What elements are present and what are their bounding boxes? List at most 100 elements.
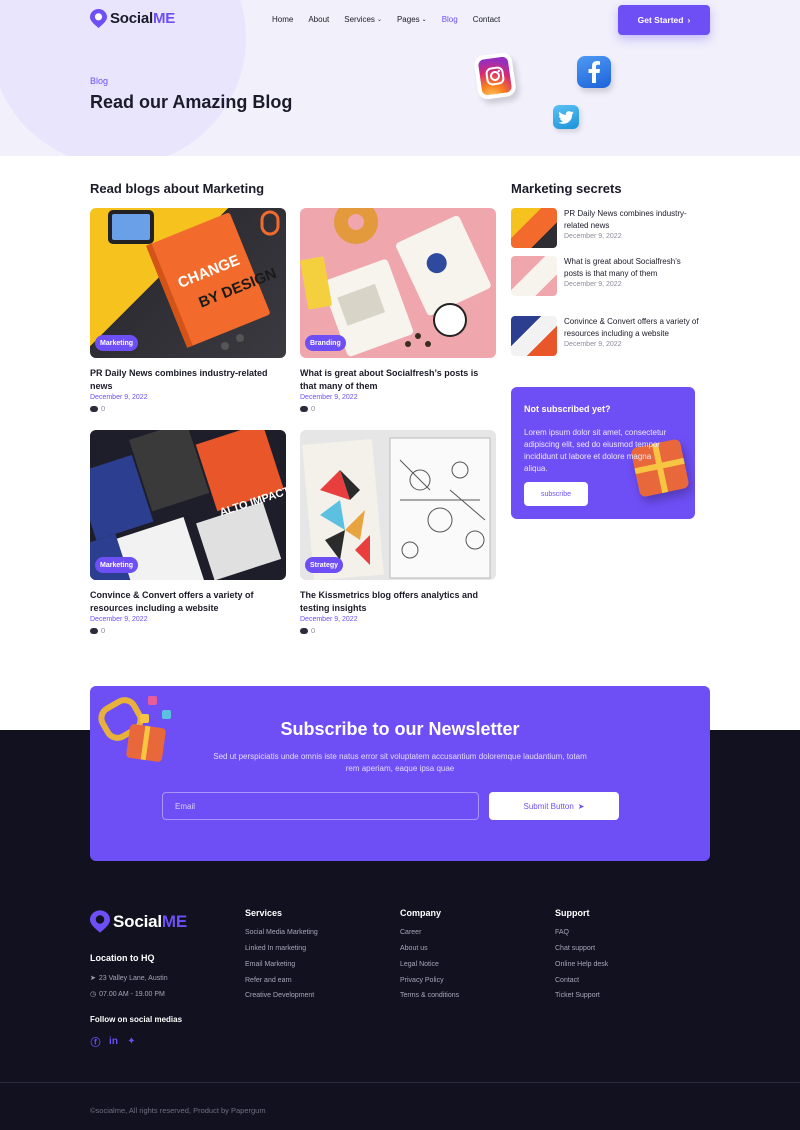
facebook-icon[interactable]: ⓕ <box>90 1036 101 1049</box>
sidebar-post-thumbnail[interactable] <box>511 256 557 296</box>
footer-column-title: Services <box>245 908 283 918</box>
location-arrow-icon: ➤ <box>90 975 96 982</box>
footer-link[interactable]: Ticket Support <box>555 992 600 999</box>
logo-pin-icon <box>90 910 110 933</box>
submit-button[interactable]: Submit Button ➤ <box>489 792 619 820</box>
sidebar-title: Marketing secrets <box>511 181 622 196</box>
blog-card-title[interactable]: The Kissmetrics blog offers analytics an… <box>300 589 496 615</box>
copyright-text: ©socialme, All rights reserved, Product … <box>90 1106 266 1115</box>
hero-section: SocialME Home About Services ⌄ Pages ⌄ Blo… <box>0 0 800 156</box>
footer-link[interactable]: Online Help desk <box>555 961 608 968</box>
category-tag[interactable]: Marketing <box>95 557 139 573</box>
twitter-icon <box>553 105 579 129</box>
footer-follow-title: Follow on social medias <box>90 1015 183 1024</box>
newsletter-section: Subscribe to our Newsletter Sed ut persp… <box>90 686 710 861</box>
footer-link[interactable]: Legal Notice <box>400 961 439 968</box>
blog-card-image[interactable]: ALTO IMPACTO Marketing <box>90 430 286 580</box>
logo-text: SocialME <box>110 10 176 27</box>
footer-link[interactable]: Social Media Marketing <box>245 929 318 936</box>
footer-link[interactable]: About us <box>400 945 428 952</box>
footer-link[interactable]: Career <box>400 929 421 936</box>
blog-card[interactable]: ALTO IMPACTO Marketing Convince & Conver… <box>90 430 286 635</box>
comment-count: 0 <box>90 404 286 413</box>
sidebar-post[interactable]: What is great about Socialfresh’s posts … <box>511 256 701 296</box>
nav-about[interactable]: About <box>308 15 329 24</box>
footer-link[interactable]: Refer and earn <box>245 977 292 984</box>
blog-card[interactable]: Strategy The Kissmetrics blog offers ana… <box>300 430 496 635</box>
email-input[interactable] <box>162 792 479 820</box>
clock-icon: ◷ <box>90 991 97 998</box>
footer-location-title: Location to HQ <box>90 953 155 963</box>
promo-text: Lorem ipsum dolor sit amet, consectetur … <box>524 428 667 473</box>
blog-card-date: December 9, 2022 <box>90 616 148 623</box>
sidebar-post-thumbnail[interactable] <box>511 208 557 248</box>
subscribe-button[interactable]: subscribe <box>524 482 588 506</box>
nav-blog[interactable]: Blog <box>442 15 458 24</box>
get-started-button[interactable]: Get Started › <box>618 5 710 35</box>
footer-link[interactable]: Privacy Policy <box>400 977 444 984</box>
cube-decor <box>162 710 171 719</box>
blog-card[interactable]: Branding What is great about Socialfresh… <box>300 208 496 413</box>
blog-card[interactable]: CHANGE BY DESIGN Marketing PR Daily News … <box>90 208 286 413</box>
comment-icon <box>90 627 98 634</box>
footer-column-title: Company <box>400 908 442 918</box>
blog-card-title[interactable]: Convince & Convert offers a variety of r… <box>90 589 286 615</box>
sidebar-post-date: December 9, 2022 <box>564 233 622 240</box>
footer-link[interactable]: FAQ <box>555 929 569 936</box>
promo-title: Not subscribed yet? <box>524 404 611 414</box>
hero-kicker: Blog <box>90 76 109 86</box>
nav-pages[interactable]: Pages ⌄ <box>397 15 427 24</box>
footer-social-links: ⓕ in ✦ <box>90 1036 137 1049</box>
comment-count: 0 <box>300 626 496 635</box>
subscribe-promo-card: Not subscribed yet? Lorem ipsum dolor si… <box>511 387 695 519</box>
sidebar-post-date: December 9, 2022 <box>564 281 622 288</box>
sidebar-post-title[interactable]: Convince & Convert offers a variety of r… <box>564 316 701 340</box>
footer-link[interactable]: Contact <box>555 977 579 984</box>
footer-link[interactable]: Creative Development <box>245 992 314 999</box>
newsletter-text: Sed ut perspiciatis unde omnis iste natu… <box>213 752 587 773</box>
blog-card-image[interactable]: CHANGE BY DESIGN Marketing <box>90 208 286 358</box>
footer-link[interactable]: Email Marketing <box>245 961 295 968</box>
comment-icon <box>300 627 308 634</box>
category-tag[interactable]: Strategy <box>305 557 344 573</box>
comment-count: 0 <box>90 626 286 635</box>
footer-logo[interactable]: SocialME <box>90 910 187 933</box>
comment-count: 0 <box>300 404 496 413</box>
footer-link[interactable]: Chat support <box>555 945 595 952</box>
nav-services[interactable]: Services ⌄ <box>344 15 382 24</box>
category-tag[interactable]: Marketing <box>95 335 139 351</box>
page-title: Read our Amazing Blog <box>90 92 293 112</box>
chevron-right-icon: › <box>687 15 691 25</box>
twitter-icon[interactable]: ✦ <box>126 1036 137 1047</box>
footer-divider <box>0 1082 800 1083</box>
sidebar-post-title[interactable]: What is great about Socialfresh’s posts … <box>564 256 701 280</box>
logo-text: SocialME <box>113 911 187 931</box>
blog-card-title[interactable]: PR Daily News combines industry-related … <box>90 367 286 393</box>
blog-card-date: December 9, 2022 <box>90 394 148 401</box>
sidebar-post-date: December 9, 2022 <box>564 341 622 348</box>
logo[interactable]: SocialME <box>90 9 175 28</box>
footer-link[interactable]: Linked In marketing <box>245 945 306 952</box>
main-nav: Home About Services ⌄ Pages ⌄ Blog Contact <box>272 15 500 24</box>
footer-column-title: Support <box>555 908 590 918</box>
footer-link[interactable]: Terms & conditions <box>400 992 459 999</box>
category-tag[interactable]: Branding <box>305 335 346 351</box>
sidebar-post[interactable]: Convince & Convert offers a variety of r… <box>511 316 701 356</box>
blog-card-image[interactable]: Branding <box>300 208 496 358</box>
facebook-icon <box>577 56 611 88</box>
chevron-down-icon: ⌄ <box>376 17 382 23</box>
chevron-down-icon: ⌄ <box>421 17 427 23</box>
blog-card-image[interactable]: Strategy <box>300 430 496 580</box>
cube-decor <box>148 696 157 705</box>
sidebar-post-thumbnail[interactable] <box>511 316 557 356</box>
nav-home[interactable]: Home <box>272 15 293 24</box>
nav-contact[interactable]: Contact <box>473 15 501 24</box>
blog-card-date: December 9, 2022 <box>300 616 358 623</box>
comment-icon <box>90 405 98 412</box>
sidebar-post[interactable]: PR Daily News combines industry-related … <box>511 208 701 248</box>
blog-card-title[interactable]: What is great about Socialfresh’s posts … <box>300 367 496 393</box>
linkedin-icon[interactable]: in <box>108 1036 119 1047</box>
comment-icon <box>300 405 308 412</box>
send-icon: ➤ <box>577 801 585 811</box>
sidebar-post-title[interactable]: PR Daily News combines industry-related … <box>564 208 701 232</box>
